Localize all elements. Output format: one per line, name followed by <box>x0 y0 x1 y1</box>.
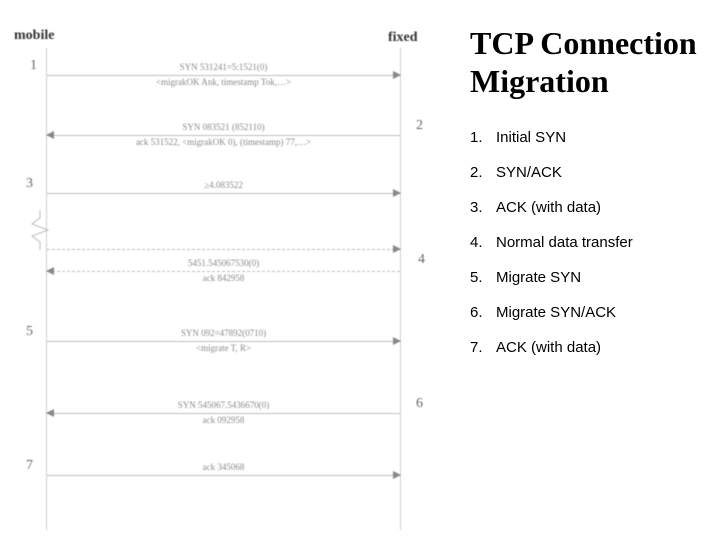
msg-4-bot: ack 842958 <box>203 274 245 284</box>
step-text: Normal data transfer <box>496 234 633 251</box>
step-number: 6. <box>470 304 496 321</box>
msg-1-top: SYN 531241=5:1521(0) <box>180 63 268 73</box>
list-item: 3. ACK (with data) <box>470 199 708 216</box>
step-num-6: 6 <box>416 396 423 412</box>
msg-5-bot: <migrate T, R> <box>196 344 251 354</box>
step-list: 1. Initial SYN 2. SYN/ACK 3. ACK (with d… <box>470 129 708 356</box>
msg-3: ≥4.083522 <box>47 180 400 206</box>
step-text: Migrate SYN <box>496 269 581 286</box>
lifeline-fixed <box>400 48 401 530</box>
step-number: 5. <box>470 269 496 286</box>
step-num-4: 4 <box>418 252 425 268</box>
msg-6-top: SYN 545067.5436670(0) <box>178 401 270 411</box>
step-number: 1. <box>470 129 496 146</box>
step-num-2: 2 <box>416 118 423 134</box>
msg-5: SYN 092=47892(0710) <migrate T, R> <box>47 328 400 354</box>
step-number: 7. <box>470 339 496 356</box>
msg-4b: 5451.545067530(0) ack 842958 <box>47 258 400 284</box>
slide-root: mobile fixed 1 SYN 531241=5:1521(0) <mig… <box>0 0 720 540</box>
msg-4-top: 5451.545067530(0) <box>188 259 259 269</box>
page-title: TCP Connection Migration <box>470 24 708 101</box>
msg-1-bot: <migrakOK Ank, timestamp Tok,…> <box>156 78 291 88</box>
msg-6-bot: ack 092958 <box>203 416 245 426</box>
lifeline-label-mobile: mobile <box>14 28 54 44</box>
msg-2-bot: ack 531522, <migrakOK 0), (timestamp) 77… <box>136 138 311 148</box>
msg-2: SYN 083521 (852110) ack 531522, <migrakO… <box>47 122 400 148</box>
list-item: 6. Migrate SYN/ACK <box>470 304 708 321</box>
step-num-3: 3 <box>26 176 33 192</box>
step-text: Initial SYN <box>496 129 566 146</box>
msg-3-top: ≥4.083522 <box>204 181 243 191</box>
step-number: 4. <box>470 234 496 251</box>
list-item: 4. Normal data transfer <box>470 234 708 251</box>
step-text: Migrate SYN/ACK <box>496 304 616 321</box>
step-num-5: 5 <box>26 324 33 340</box>
step-text: ACK (with data) <box>496 199 601 216</box>
list-item: 1. Initial SYN <box>470 129 708 146</box>
step-text: SYN/ACK <box>496 164 562 181</box>
list-item: 2. SYN/ACK <box>470 164 708 181</box>
step-num-1: 1 <box>30 58 37 74</box>
text-pane: TCP Connection Migration 1. Initial SYN … <box>452 0 720 540</box>
lifeline-label-fixed: fixed <box>388 30 418 46</box>
msg-1: SYN 531241=5:1521(0) <migrakOK Ank, time… <box>47 62 400 88</box>
list-item: 7. ACK (with data) <box>470 339 708 356</box>
step-number: 2. <box>470 164 496 181</box>
step-text: ACK (with data) <box>496 339 601 356</box>
msg-2-top: SYN 083521 (852110) <box>182 123 264 133</box>
msg-5-top: SYN 092=47892(0710) <box>181 329 266 339</box>
sequence-diagram: mobile fixed 1 SYN 531241=5:1521(0) <mig… <box>0 0 452 540</box>
list-item: 5. Migrate SYN <box>470 269 708 286</box>
msg-6: SYN 545067.5436670(0) ack 092958 <box>47 400 400 426</box>
msg-7-top: ack 345068 <box>203 463 245 473</box>
step-num-7: 7 <box>26 458 33 474</box>
step-number: 3. <box>470 199 496 216</box>
lifeline-mobile <box>46 48 47 530</box>
msg-7: ack 345068 <box>47 462 400 488</box>
